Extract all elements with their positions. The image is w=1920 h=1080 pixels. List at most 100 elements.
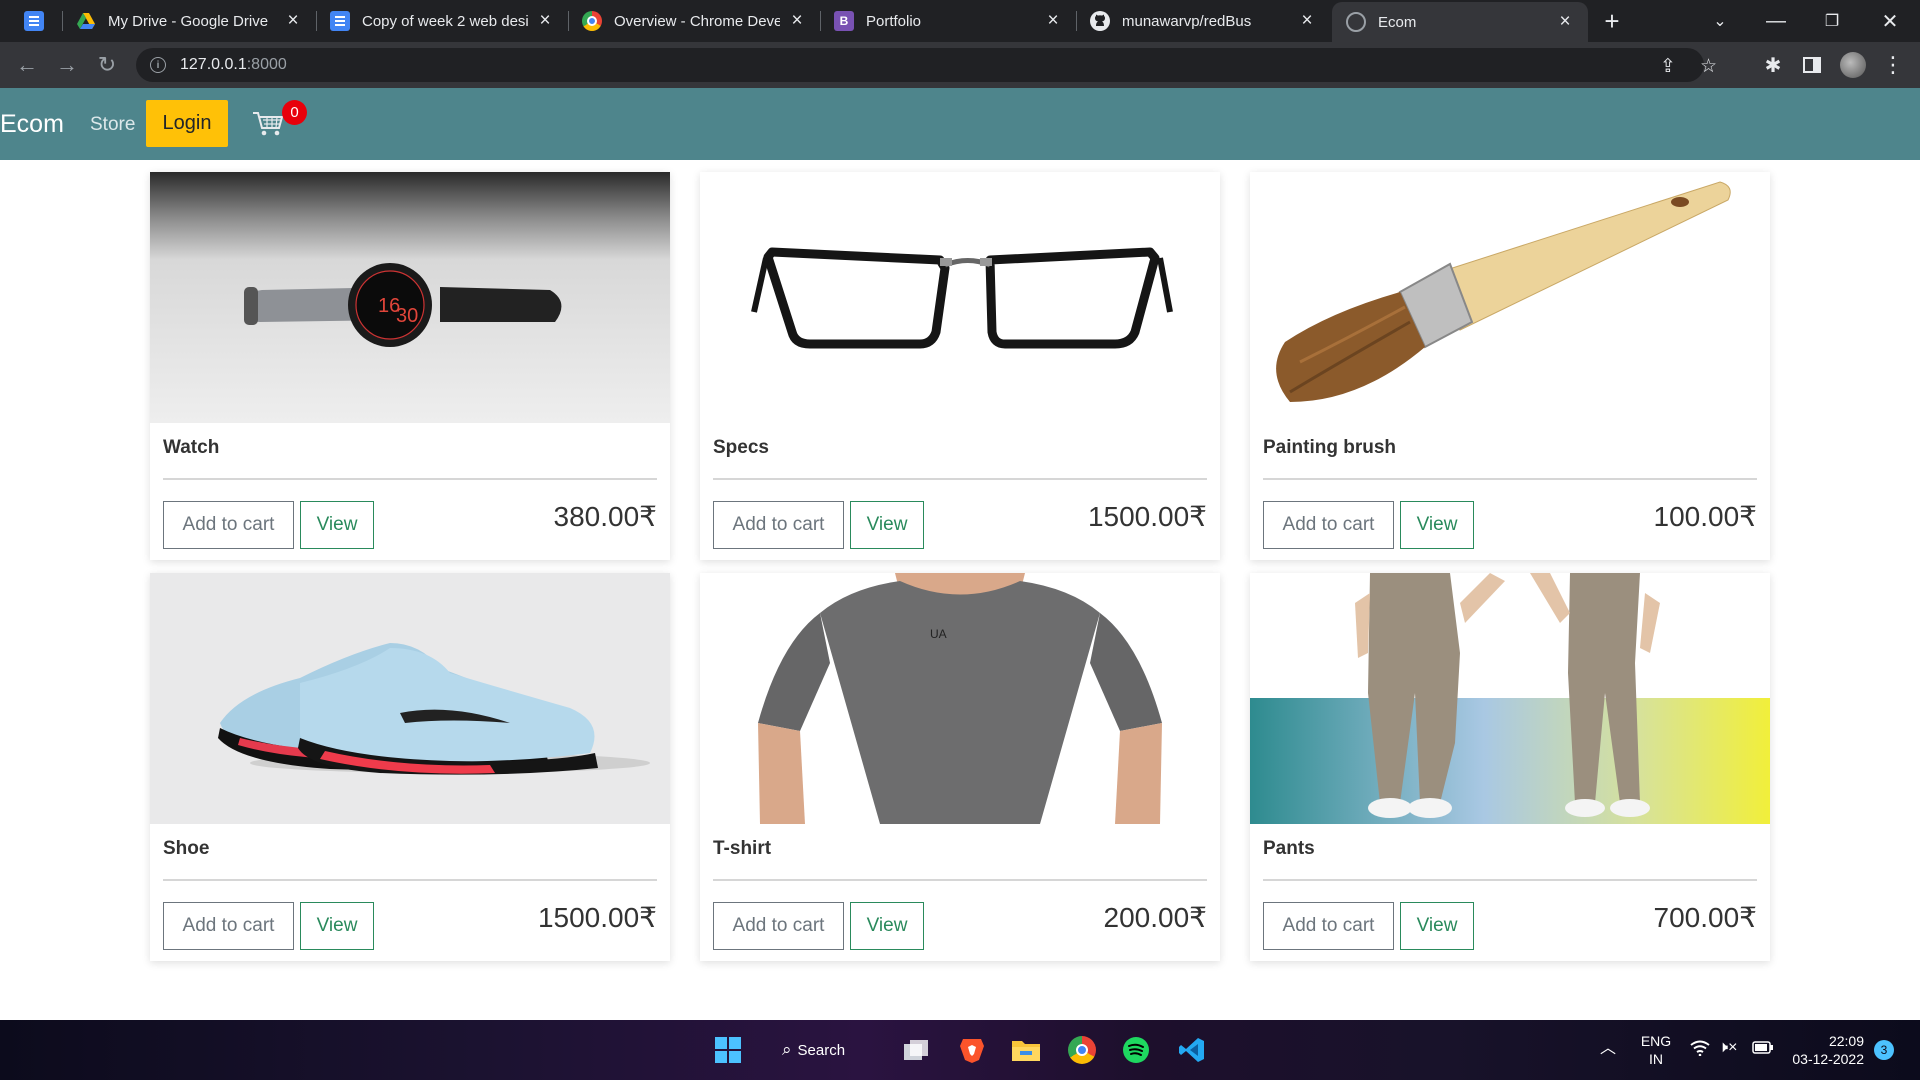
nav-store-link[interactable]: Store (90, 114, 135, 136)
view-button[interactable]: View (1400, 902, 1474, 950)
product-image-specs (700, 172, 1220, 423)
clock[interactable]: 22:09 03-12-2022 (1784, 1032, 1864, 1068)
clock-date: 03-12-2022 (1792, 1051, 1864, 1067)
product-card-painting-brush: Painting brush Add to cart View 100.00₹ (1250, 172, 1770, 560)
file-explorer-icon[interactable] (1010, 1034, 1042, 1066)
add-to-cart-button[interactable]: Add to cart (163, 902, 294, 950)
close-icon[interactable]: × (1298, 10, 1316, 32)
address-bar[interactable]: i 127.0.0.1:8000 ⇪ ☆ (136, 48, 1717, 82)
tray-chevron-icon[interactable]: ︿ (1600, 1040, 1616, 1058)
view-button[interactable]: View (850, 501, 924, 549)
profile-avatar[interactable] (1836, 48, 1870, 82)
divider (1263, 879, 1757, 881)
product-image-t-shirt: UA (700, 573, 1220, 824)
tab-portfolio[interactable]: B Portfolio × (820, 0, 1076, 42)
tab-chrome-developers[interactable]: Overview - Chrome Develo × (568, 0, 820, 42)
new-tab-button[interactable]: + (1592, 0, 1632, 42)
product-name[interactable]: Specs (713, 437, 769, 459)
product-name[interactable]: Painting brush (1263, 437, 1396, 459)
product-price: 1500.00₹ (1087, 501, 1207, 532)
github-icon (1090, 11, 1110, 31)
wifi-icon[interactable] (1690, 1040, 1710, 1060)
product-name[interactable]: Pants (1263, 838, 1315, 860)
product-name[interactable]: Watch (163, 437, 219, 459)
region-code: IN (1649, 1051, 1663, 1067)
vscode-icon[interactable] (1176, 1034, 1208, 1066)
brand-logo[interactable]: Ecom (0, 110, 64, 139)
divider (1263, 478, 1757, 480)
windows-taskbar: ⌕ Search ︿ ENG IN 🕨× 22:09 03-12-2022 3 (0, 1020, 1920, 1080)
close-icon[interactable]: × (1044, 10, 1062, 32)
product-card-shoe: Shoe Add to cart View 1500.00₹ (150, 573, 670, 961)
brave-browser-icon[interactable] (956, 1034, 988, 1066)
close-icon[interactable]: × (788, 10, 806, 32)
cart-count-badge: 0 (282, 100, 307, 125)
url-host: 127.0.0.1 (180, 56, 247, 73)
product-image-pants (1250, 573, 1770, 824)
restore-button[interactable]: ❐ (1812, 0, 1852, 42)
chrome-icon (582, 11, 602, 31)
divider (163, 879, 657, 881)
tab-docs-copy[interactable]: Copy of week 2 web desig × (316, 0, 568, 42)
add-to-cart-button[interactable]: Add to cart (1263, 902, 1394, 950)
share-icon[interactable]: ⇪ (1660, 55, 1676, 78)
minimize-button[interactable]: — (1756, 0, 1796, 42)
add-to-cart-button[interactable]: Add to cart (1263, 501, 1394, 549)
side-panel-icon[interactable] (1795, 48, 1829, 82)
view-button[interactable]: View (1400, 501, 1474, 549)
tab-my-drive[interactable]: My Drive - Google Drive × (62, 0, 316, 42)
taskbar-search-label: Search (797, 1041, 846, 1059)
bootstrap-icon: B (834, 11, 854, 31)
product-image-painting-brush (1250, 172, 1770, 423)
notification-count-badge[interactable]: 3 (1874, 1040, 1894, 1060)
spotify-icon[interactable] (1120, 1034, 1152, 1066)
tab-github[interactable]: munawarvp/redBus × (1076, 0, 1330, 42)
close-window-button[interactable]: ✕ (1870, 0, 1910, 42)
forward-button[interactable]: → (50, 48, 84, 82)
shopping-cart-icon[interactable] (252, 110, 284, 138)
product-price: 1500.00₹ (537, 902, 657, 933)
product-card-t-shirt: UA T-shirt Add to cart View 200.00₹ (700, 573, 1220, 961)
view-button[interactable]: View (300, 902, 374, 950)
tab-title: Ecom (1378, 13, 1417, 31)
product-name[interactable]: T-shirt (713, 838, 771, 860)
language-code: ENG (1640, 1033, 1672, 1049)
close-icon[interactable]: × (1556, 11, 1574, 33)
back-button[interactable]: ← (10, 48, 44, 82)
browser-tab-strip: My Drive - Google Drive × Copy of week 2… (0, 0, 1920, 42)
globe-icon (1346, 12, 1366, 32)
volume-muted-icon[interactable]: 🕨× (1718, 1039, 1737, 1057)
divider (713, 478, 1207, 480)
battery-icon[interactable] (1752, 1039, 1774, 1059)
add-to-cart-button[interactable]: Add to cart (713, 501, 844, 549)
login-button[interactable]: Login (146, 100, 228, 147)
bookmark-star-icon[interactable]: ☆ (1700, 55, 1717, 78)
reload-button[interactable]: ↻ (90, 48, 124, 82)
tab-search-chevron-icon[interactable]: ⌄ (1700, 0, 1740, 42)
windows-start-icon[interactable] (712, 1034, 744, 1066)
extensions-puzzle-icon[interactable]: ✱ (1756, 48, 1790, 82)
google-docs-icon (24, 11, 44, 31)
taskbar-search[interactable]: ⌕ Search (782, 1034, 845, 1066)
product-name[interactable]: Shoe (163, 838, 209, 860)
task-view-icon[interactable] (900, 1034, 932, 1066)
site-info-icon[interactable]: i (150, 57, 166, 73)
add-to-cart-button[interactable]: Add to cart (163, 501, 294, 549)
app-navbar: Ecom Store Login 0 (0, 88, 1920, 160)
more-menu-icon[interactable]: ⋮ (1876, 48, 1910, 82)
chrome-taskbar-icon[interactable] (1066, 1034, 1098, 1066)
language-indicator[interactable]: ENG IN (1636, 1032, 1676, 1068)
svg-text:UA: UA (930, 627, 947, 641)
tab-ecom[interactable]: Ecom × (1332, 2, 1588, 42)
google-docs-icon (330, 11, 350, 31)
add-to-cart-button[interactable]: Add to cart (713, 902, 844, 950)
tab-title: Copy of week 2 web desig (362, 12, 528, 30)
svg-text:30: 30 (396, 305, 418, 327)
tab-docs-pinned[interactable] (10, 0, 62, 42)
close-icon[interactable]: × (536, 10, 554, 32)
tab-title: My Drive - Google Drive (108, 12, 269, 30)
close-icon[interactable]: × (284, 10, 302, 32)
tab-title: Portfolio (866, 12, 922, 30)
view-button[interactable]: View (300, 501, 374, 549)
view-button[interactable]: View (850, 902, 924, 950)
